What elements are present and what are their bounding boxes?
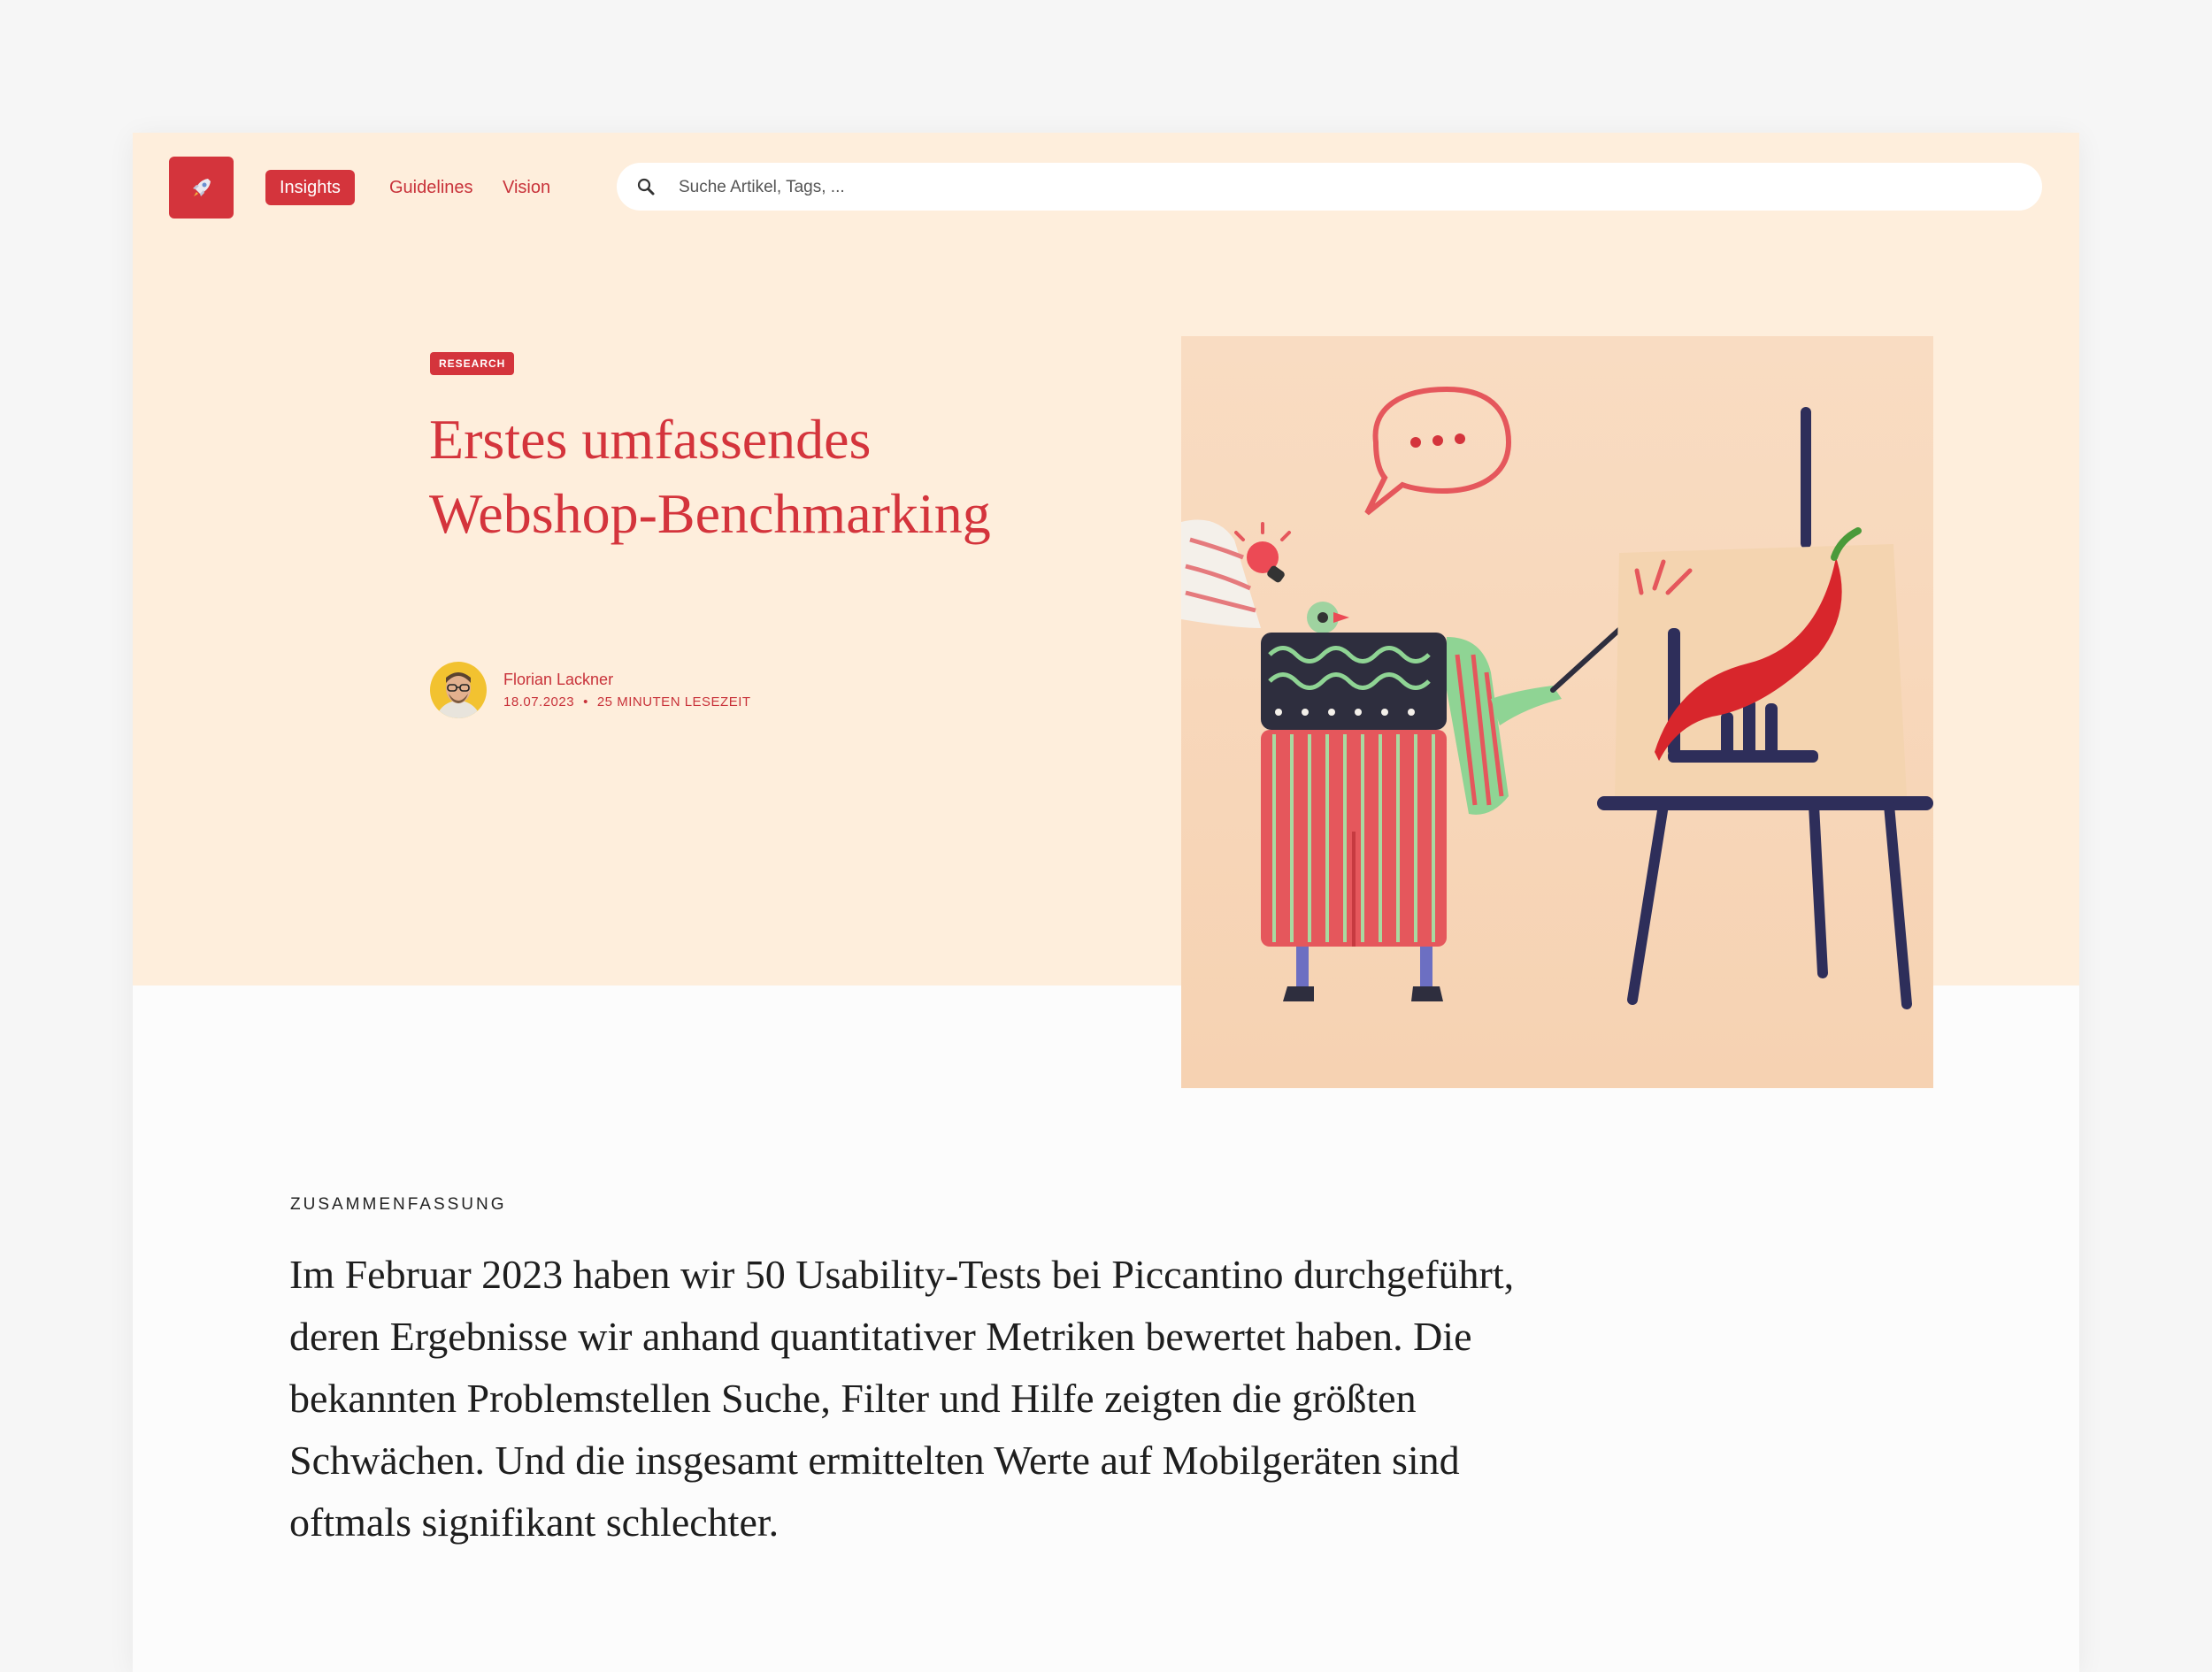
summary-label: ZUSAMMENFASSUNG [290,1195,507,1214]
article-meta: 18.07.2023 • 25 MINUTEN LESEZEIT [503,694,751,709]
search-icon [637,178,655,196]
avatar-image [430,662,487,718]
nav-guidelines[interactable]: Guidelines [375,170,488,205]
article-title: Erstes umfassendes Webshop-Benchmarking [429,403,1155,551]
nav-vision[interactable]: Vision [488,170,565,205]
search-input[interactable] [677,170,2008,205]
nav-insights[interactable]: Insights [265,170,355,205]
hero-illustration [1181,336,1933,1088]
title-line-2: Webshop-Benchmarking [429,482,991,545]
presenter-easel-illustration [1181,336,1933,1088]
author-avatar[interactable] [430,662,487,718]
page-frame: Insights Guidelines Vision RESEARCH Erst… [133,133,2079,1672]
logo-button[interactable] [169,157,234,219]
rocket-icon [192,179,211,196]
category-badge[interactable]: RESEARCH [430,352,515,375]
reading-time: 25 MINUTEN LESEZEIT [596,694,751,709]
meta-separator: • [583,694,588,709]
search-bar[interactable] [617,163,2042,211]
publish-date: 18.07.2023 [503,694,575,709]
title-line-1: Erstes umfassendes [429,408,872,471]
author-name[interactable]: Florian Lackner [503,671,613,689]
summary-text: Im Februar 2023 haben wir 50 Usability-T… [289,1252,1515,1545]
